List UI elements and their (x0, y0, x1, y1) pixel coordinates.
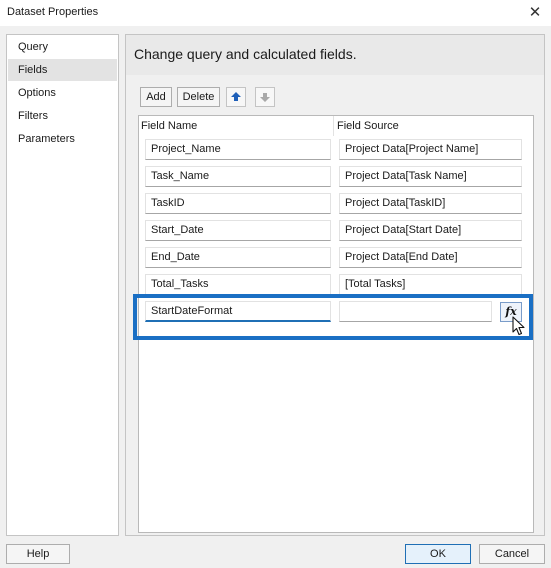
field-source-cell[interactable]: Project Data[TaskID] (339, 193, 522, 214)
sidebar-item-options[interactable]: Options (8, 82, 117, 104)
field-name-cell[interactable]: End_Date (145, 247, 331, 268)
add-button[interactable]: Add (140, 87, 172, 107)
delete-button[interactable]: Delete (177, 87, 220, 107)
move-up-button[interactable] (226, 87, 246, 107)
sidebar-item-query[interactable]: Query (8, 36, 117, 58)
sidebar-nav: Query Fields Options Filters Parameters (6, 34, 119, 536)
arrow-up-icon (231, 92, 241, 101)
move-down-button[interactable] (255, 87, 275, 107)
field-name-cell[interactable]: Task_Name (145, 166, 331, 187)
close-icon: ✕ (528, 4, 542, 21)
column-header-field-source: Field Source (337, 120, 399, 132)
field-name-cell[interactable]: Total_Tasks (145, 274, 331, 295)
column-divider (333, 116, 334, 136)
field-name-cell[interactable]: TaskID (145, 193, 331, 214)
field-source-cell[interactable]: Project Data[Task Name] (339, 166, 522, 187)
cancel-button[interactable]: Cancel (479, 544, 545, 564)
arrow-down-icon (260, 93, 270, 102)
field-name-cell[interactable]: Start_Date (145, 220, 331, 241)
close-button[interactable]: ✕ (524, 2, 546, 24)
column-header-field-name: Field Name (141, 120, 198, 132)
sidebar-item-parameters[interactable]: Parameters (8, 128, 117, 150)
field-name-cell[interactable]: Project_Name (145, 139, 331, 160)
help-button[interactable]: Help (6, 544, 70, 564)
sidebar-item-fields[interactable]: Fields (8, 59, 117, 81)
title-bar: Dataset Properties ✕ (0, 0, 551, 26)
highlight-box (133, 294, 533, 340)
panel-title: Change query and calculated fields. (134, 46, 357, 62)
field-source-cell[interactable]: [Total Tasks] (339, 274, 522, 295)
field-source-cell[interactable]: Project Data[Start Date] (339, 220, 522, 241)
window-title: Dataset Properties (7, 6, 99, 18)
panel-header: Change query and calculated fields. (126, 35, 544, 75)
field-source-cell[interactable]: Project Data[Project Name] (339, 139, 522, 160)
ok-button[interactable]: OK (405, 544, 471, 564)
fields-panel: Change query and calculated fields. Add … (125, 34, 545, 536)
mouse-pointer-icon (512, 316, 525, 336)
sidebar-item-filters[interactable]: Filters (8, 105, 117, 127)
field-source-cell[interactable]: Project Data[End Date] (339, 247, 522, 268)
